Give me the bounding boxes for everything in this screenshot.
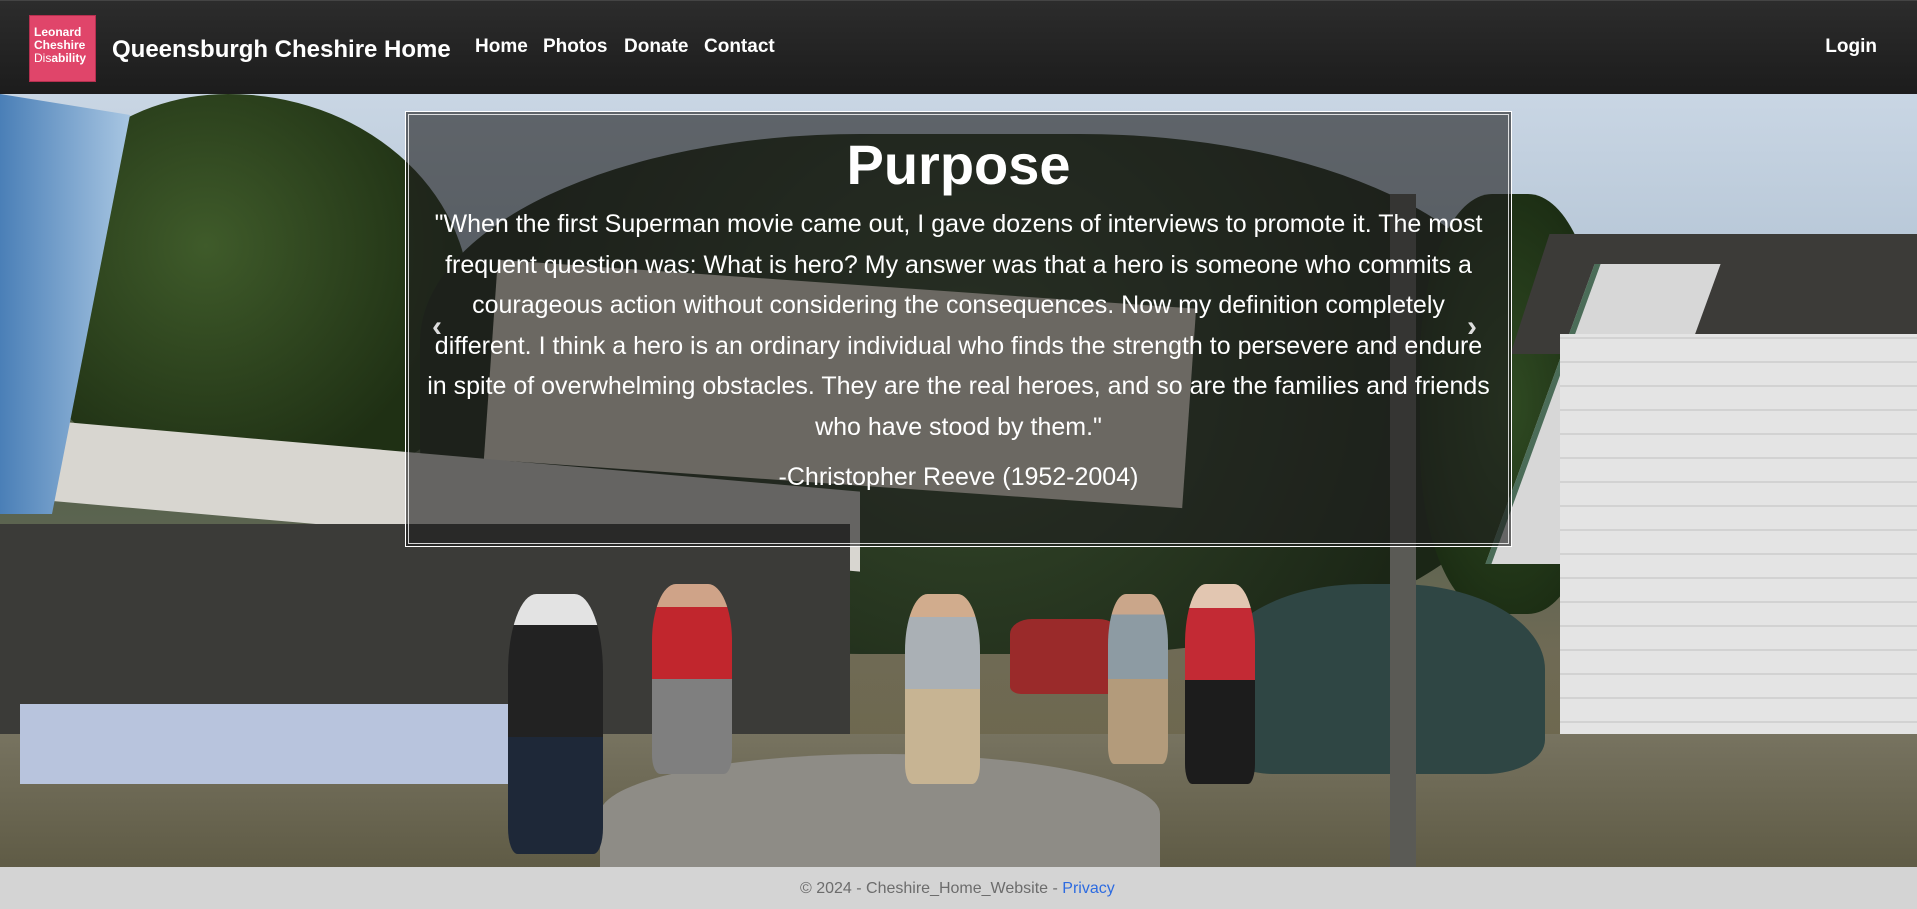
nav-photos[interactable]: Photos bbox=[543, 36, 607, 58]
nav-home[interactable]: Home bbox=[475, 36, 528, 58]
caption-quote: "When the first Superman movie came out,… bbox=[427, 210, 1490, 441]
logo-line-3b: ability bbox=[51, 51, 87, 65]
carousel-next-icon[interactable]: › bbox=[1467, 310, 1477, 344]
photo-table bbox=[20, 704, 520, 784]
navbar: Leonard Cheshire Disability Queensburgh … bbox=[0, 0, 1917, 94]
photo-red-truck bbox=[1010, 619, 1120, 694]
login-link[interactable]: Login bbox=[1825, 36, 1877, 58]
leonard-cheshire-logo[interactable]: Leonard Cheshire Disability bbox=[29, 15, 96, 82]
footer: © 2024 - Cheshire_Home_Website - Privacy bbox=[0, 867, 1917, 909]
photo-person bbox=[508, 594, 603, 854]
carousel-prev-icon[interactable]: ‹ bbox=[432, 310, 442, 344]
caption-title: Purpose bbox=[846, 133, 1071, 196]
footer-text-wrap: © 2024 - Cheshire_Home_Website - Privacy bbox=[800, 880, 1115, 898]
photo-green-car bbox=[1215, 584, 1545, 774]
nav-donate[interactable]: Donate bbox=[624, 36, 688, 58]
photo-person bbox=[1185, 584, 1255, 784]
nav-contact[interactable]: Contact bbox=[704, 36, 775, 58]
caption-author: -Christopher Reeve (1952-2004) bbox=[778, 463, 1139, 491]
site-brand[interactable]: Queensburgh Cheshire Home bbox=[112, 36, 451, 64]
carousel-caption: Purpose "When the first Superman movie c… bbox=[405, 111, 1512, 547]
privacy-link[interactable]: Privacy bbox=[1062, 880, 1114, 897]
logo-line-3a: Dis bbox=[34, 51, 52, 65]
footer-copyright: © 2024 - Cheshire_Home_Website - bbox=[800, 880, 1063, 897]
photo-person bbox=[905, 594, 980, 784]
photo-person bbox=[1108, 594, 1168, 764]
photo-person bbox=[652, 584, 732, 774]
logo-line-3: Disability bbox=[34, 52, 95, 65]
